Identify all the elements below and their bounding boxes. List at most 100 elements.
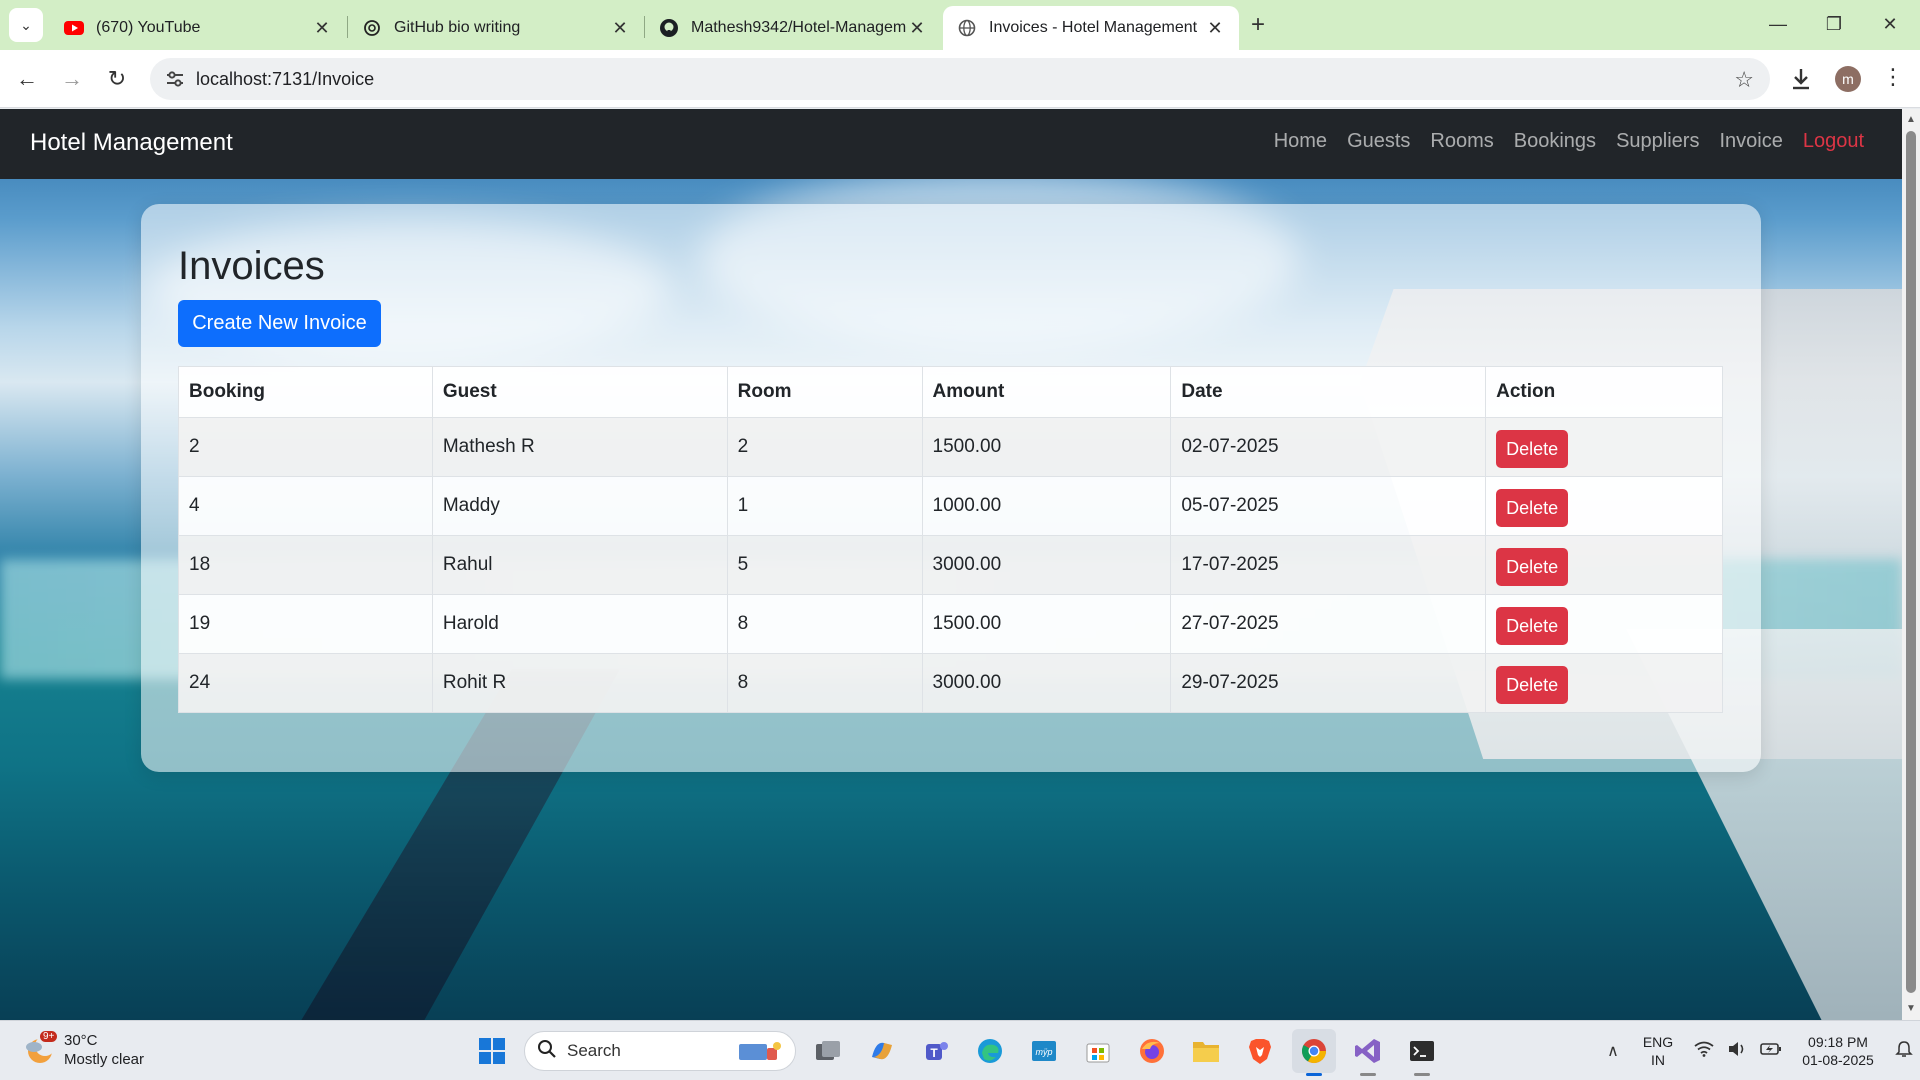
more-menu-icon[interactable]: ⋮ (1880, 64, 1906, 94)
taskbar-clock[interactable]: 09:18 PM 01-08-2025 (1788, 1033, 1888, 1069)
profile-avatar[interactable]: m (1835, 66, 1861, 92)
browser-tab-invoices[interactable]: Invoices - Hotel Management ✕ (943, 6, 1239, 50)
chrome-icon[interactable] (1292, 1029, 1336, 1076)
notification-badge: 9+ (40, 1031, 58, 1042)
reload-icon: ↻ (107, 66, 127, 91)
bookmark-star-icon[interactable]: ☆ (1734, 67, 1754, 93)
close-icon[interactable]: ✕ (907, 18, 927, 39)
system-tray: ∧ ENG IN 09:18 PM 01-08-2025 (1598, 1021, 1920, 1080)
site-navbar: Hotel Management Home Guests Rooms Booki… (0, 109, 1902, 179)
delete-button[interactable]: Delete (1496, 488, 1569, 527)
nav-link-suppliers[interactable]: Suppliers (1616, 130, 1699, 153)
restore-icon: ❐ (1825, 13, 1843, 34)
window-close-button[interactable]: ✕ (1862, 0, 1918, 48)
firefox-icon[interactable] (1130, 1029, 1174, 1073)
running-indicator (1306, 1073, 1322, 1076)
tab-title: Invoices - Hotel Management (989, 19, 1198, 36)
file-explorer-icon[interactable] (1184, 1029, 1228, 1073)
guest-cell: Rahul (431, 535, 728, 595)
restore-button[interactable]: ❐ (1806, 0, 1862, 48)
column-header-guest: Guest (431, 366, 728, 418)
browser-tab-youtube[interactable]: (670) YouTube ✕ (50, 6, 346, 50)
taskbar-search-box[interactable]: Search (524, 1031, 796, 1071)
show-hidden-icons-chevron-icon[interactable]: ∧ (1598, 1041, 1628, 1061)
delete-button[interactable]: Delete (1496, 606, 1569, 645)
back-button[interactable]: ← (10, 62, 44, 96)
browser-tab-github[interactable]: Mathesh9342/Hotel-Management ✕ (645, 6, 941, 50)
svg-text:T: T (930, 1046, 938, 1060)
room-cell: 8 (726, 653, 923, 713)
browser-tab-chatgpt[interactable]: GitHub bio writing ✕ (348, 6, 644, 50)
tab-search-button[interactable]: ⌄ (9, 8, 43, 42)
task-view-icon[interactable] (806, 1029, 850, 1073)
column-header-amount: Amount (921, 366, 1172, 418)
start-button[interactable] (470, 1029, 514, 1073)
download-icon[interactable] (1786, 64, 1816, 94)
table-row: 4 Maddy 1 1000.00 05-07-2025 Delete (178, 476, 1723, 536)
action-cell: Delete (1485, 594, 1723, 654)
scroll-up-icon[interactable]: ▲ (1902, 111, 1920, 129)
address-bar[interactable]: localhost:7131/Invoice ☆ (150, 58, 1770, 100)
weather-text: 30°C Mostly clear (64, 1031, 144, 1069)
delete-button[interactable]: Delete (1496, 547, 1569, 586)
notification-bell-icon[interactable] (1888, 1040, 1920, 1063)
close-icon[interactable]: ✕ (610, 18, 630, 39)
youtube-icon (64, 18, 84, 38)
booking-cell: 24 (178, 653, 433, 713)
nav-link-guests[interactable]: Guests (1347, 130, 1410, 153)
minimize-icon: ― (1769, 13, 1787, 34)
delete-button[interactable]: Delete (1496, 429, 1569, 468)
close-icon[interactable]: ✕ (312, 18, 332, 39)
scrollbar-thumb[interactable] (1906, 131, 1916, 993)
nav-link-invoice[interactable]: Invoice (1719, 130, 1782, 153)
arrow-right-icon: → (61, 66, 83, 91)
quick-settings[interactable] (1688, 1041, 1788, 1062)
new-tab-button[interactable]: + (1243, 10, 1273, 40)
scroll-down-icon[interactable]: ▼ (1902, 1000, 1920, 1018)
nav-link-rooms[interactable]: Rooms (1430, 130, 1493, 153)
language-indicator[interactable]: ENG IN (1628, 1033, 1688, 1069)
copilot-icon[interactable] (860, 1029, 904, 1073)
create-invoice-button[interactable]: Create New Invoice (178, 300, 381, 347)
page-title: Invoices (178, 244, 325, 288)
url-text[interactable]: localhost:7131/Invoice (196, 69, 374, 90)
room-cell: 8 (726, 594, 923, 654)
edge-icon[interactable] (968, 1029, 1012, 1073)
nav-link-logout[interactable]: Logout (1803, 130, 1864, 153)
delete-button[interactable]: Delete (1496, 665, 1569, 704)
visual-studio-icon[interactable] (1346, 1029, 1390, 1076)
invoices-card: Invoices Create New Invoice Booking Gues… (141, 204, 1761, 772)
windows-taskbar: 9+ 30°C Mostly clear Search T mÿp ∧ ENG … (0, 1020, 1920, 1080)
microsoft-store-icon[interactable] (1076, 1029, 1120, 1073)
svg-text:mÿp: mÿp (1035, 1047, 1052, 1057)
booking-cell: 4 (178, 476, 433, 536)
page-scrollbar[interactable]: ▲ ▼ (1902, 109, 1920, 1020)
weather-widget[interactable]: 9+ 30°C Mostly clear (22, 1031, 144, 1069)
tab-title: Mathesh9342/Hotel-Management (691, 19, 907, 36)
site-settings-icon[interactable] (164, 68, 186, 90)
brave-icon[interactable] (1238, 1029, 1282, 1073)
booking-cell: 19 (178, 594, 433, 654)
myjio-app-icon[interactable]: mÿp (1022, 1029, 1066, 1073)
nav-link-bookings[interactable]: Bookings (1514, 130, 1596, 153)
date-cell: 27-07-2025 (1170, 594, 1487, 654)
room-cell: 5 (726, 535, 923, 595)
site-brand[interactable]: Hotel Management (30, 129, 233, 157)
table-row: 2 Mathesh R 2 1500.00 02-07-2025 Delete (178, 417, 1723, 477)
chevron-down-icon: ⌄ (20, 16, 32, 33)
plus-icon: + (1250, 11, 1265, 38)
page-viewport: Hotel Management Home Guests Rooms Booki… (0, 109, 1902, 1020)
language-code: ENG (1642, 1034, 1674, 1050)
date-cell: 05-07-2025 (1170, 476, 1487, 536)
nav-link-home[interactable]: Home (1274, 130, 1327, 153)
forward-button[interactable]: → (55, 62, 89, 96)
teams-icon[interactable]: T (914, 1029, 958, 1073)
guest-cell: Harold (431, 594, 728, 654)
reload-button[interactable]: ↻ (100, 62, 134, 96)
close-icon[interactable]: ✕ (1205, 18, 1225, 39)
globe-icon (957, 18, 977, 38)
table-row: 19 Harold 8 1500.00 27-07-2025 Delete (178, 594, 1723, 654)
close-icon: ✕ (1882, 13, 1898, 34)
minimize-button[interactable]: ― (1750, 0, 1806, 48)
terminal-icon[interactable] (1400, 1029, 1444, 1076)
